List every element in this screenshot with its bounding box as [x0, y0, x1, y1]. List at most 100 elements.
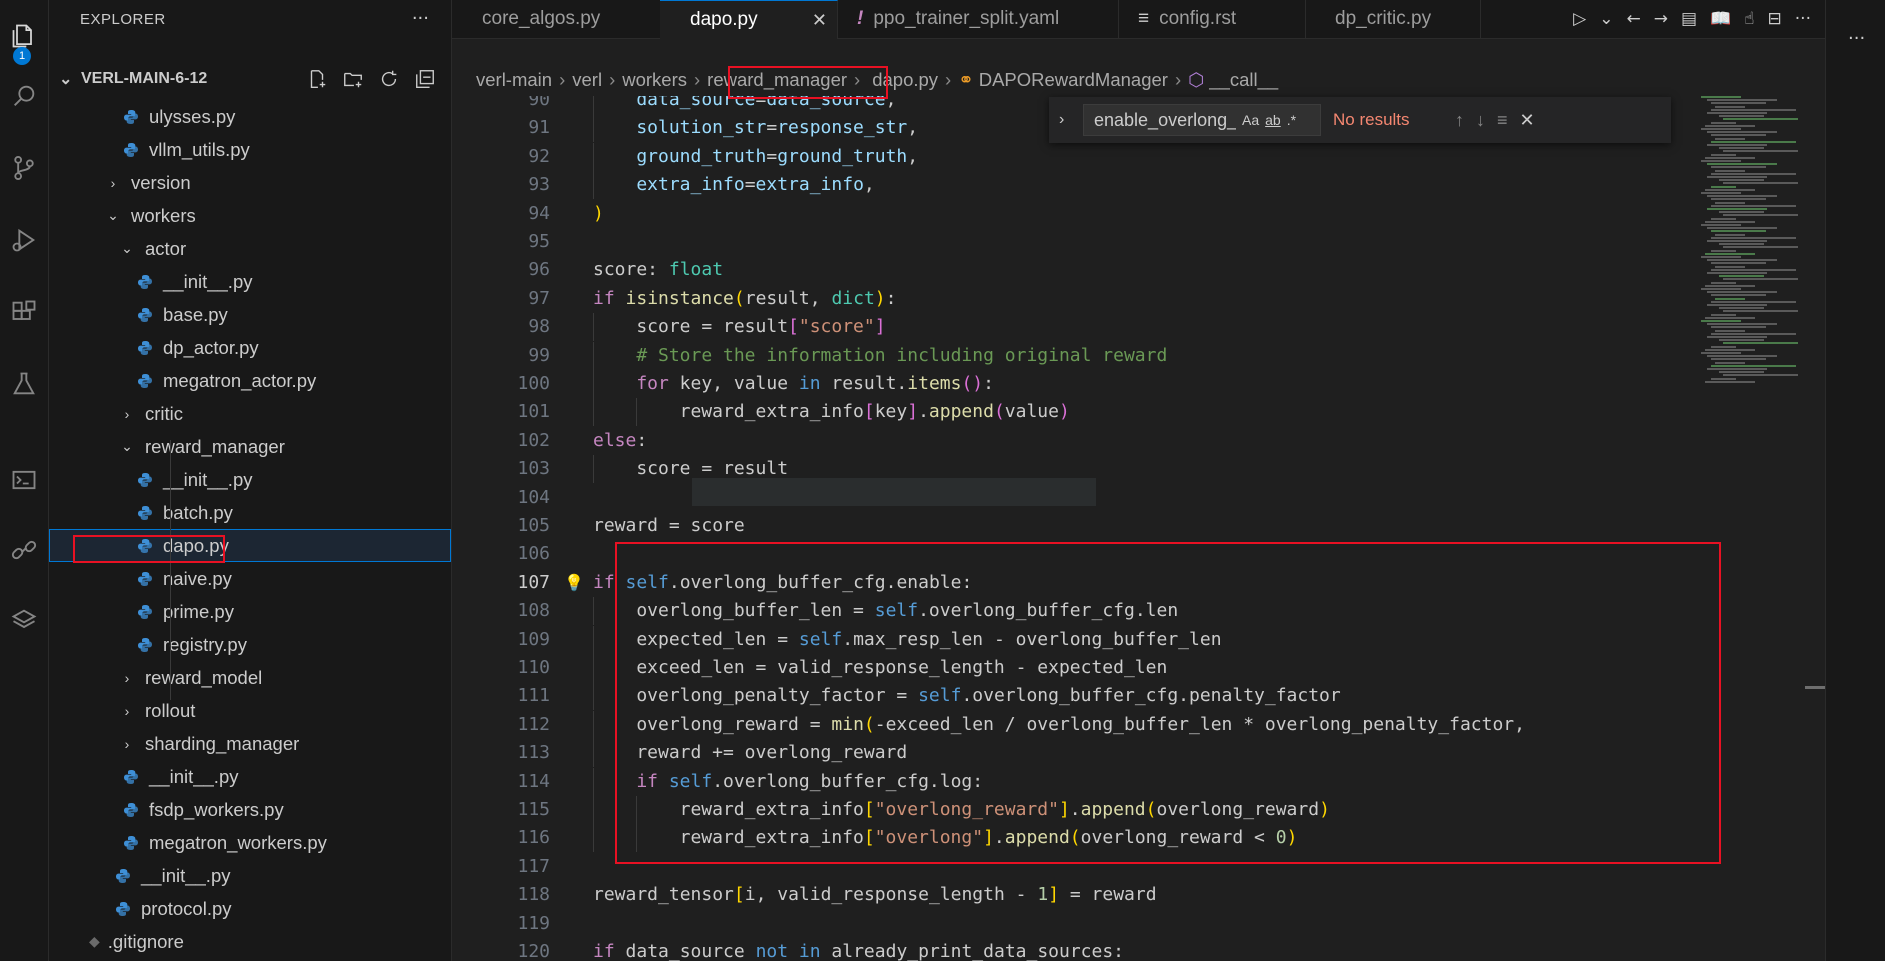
testing-icon[interactable]	[0, 362, 48, 406]
minimap-line	[1707, 368, 1767, 370]
more-icon[interactable]: ···	[1795, 9, 1811, 29]
tree-item[interactable]: megatron_actor.py	[49, 364, 451, 397]
code-line[interactable]: 120 if data_source not in already_print_d…	[452, 938, 1825, 961]
tree-item[interactable]: dp_actor.py	[49, 331, 451, 364]
close-icon[interactable]: ✕	[812, 10, 827, 31]
find-input[interactable]: enable_overlong_buffer Aa ab .*	[1083, 104, 1321, 136]
code-line[interactable]: 118 reward_tensor[i, valid_response_lengt…	[452, 881, 1825, 909]
new-folder-icon[interactable]	[339, 64, 367, 94]
touch-icon[interactable]: ☝	[1744, 9, 1754, 29]
code-line[interactable]: 101 reward_extra_info[key].append(value)	[452, 398, 1825, 427]
code-line[interactable]: 104	[452, 484, 1825, 512]
tree-item[interactable]: __init__.py	[49, 265, 451, 298]
tree-item[interactable]: › reward_model	[49, 661, 451, 694]
tree-item[interactable]: ⌄ workers	[49, 199, 451, 232]
go-back-icon[interactable]: ←	[1626, 9, 1640, 29]
tree-item[interactable]: megatron_workers.py	[49, 826, 451, 859]
tree-item[interactable]: prime.py	[49, 595, 451, 628]
secondary-sidebar-strip: ···	[1825, 0, 1885, 961]
tree-item[interactable]: protocol.py	[49, 892, 451, 925]
breadcrumb-item[interactable]: verl-main	[476, 69, 552, 91]
tree-item[interactable]: base.py	[49, 298, 451, 331]
minimap-line	[1715, 297, 1745, 300]
terminal-icon[interactable]	[0, 458, 48, 502]
run-icon[interactable]: ▷	[1573, 9, 1586, 29]
new-file-icon[interactable]	[303, 64, 331, 94]
tab[interactable]: ! ppo_trainer_split.yaml	[837, 0, 1119, 38]
code-line[interactable]: 95	[452, 228, 1825, 256]
tree-item[interactable]: ⌄ actor	[49, 232, 451, 265]
tree-item[interactable]: › version	[49, 166, 451, 199]
remote-link-icon[interactable]	[0, 528, 48, 572]
code-line[interactable]: 98 score = result["score"]	[452, 313, 1825, 342]
tree-item[interactable]: fsdp_workers.py	[49, 793, 451, 826]
regex-toggle[interactable]: .*	[1287, 112, 1296, 128]
layers-icon[interactable]	[0, 598, 48, 642]
code-line[interactable]: 94)	[452, 200, 1825, 228]
collapse-all-icon[interactable]	[411, 64, 439, 94]
breadcrumb-item[interactable]: verl	[572, 69, 602, 91]
tree-item[interactable]: batch.py	[49, 496, 451, 529]
close-icon[interactable]: ✕	[1520, 110, 1535, 131]
chevron-right-icon[interactable]: ›	[1059, 111, 1075, 129]
search-icon[interactable]	[0, 74, 48, 118]
tree-item[interactable]: __init__.py	[49, 859, 451, 892]
arrow-down-icon[interactable]: ↓	[1476, 110, 1485, 131]
tree-item[interactable]: ◆ .gitignore	[49, 925, 451, 958]
tree-item[interactable]: › critic	[49, 397, 451, 430]
source-control-icon[interactable]	[0, 146, 48, 190]
code-line[interactable]: 93 extra_info=extra_info,	[452, 171, 1825, 200]
tree-item[interactable]: __init__.py	[49, 760, 451, 793]
tree-item[interactable]: ulysses.py	[49, 100, 451, 133]
refresh-icon[interactable]	[375, 64, 403, 94]
more-icon[interactable]: ···	[1848, 28, 1865, 49]
code-line[interactable]: 96 score: float	[452, 256, 1825, 284]
code-line[interactable]: 105 reward = score	[452, 512, 1825, 540]
code-line[interactable]: 103 score = result	[452, 455, 1825, 484]
tree-item-label: base.py	[163, 303, 228, 325]
minimap-line	[1715, 329, 1745, 332]
minimap-line	[1723, 182, 1798, 185]
tree-item[interactable]: vllm_utils.py	[49, 133, 451, 166]
code-line[interactable]: 119	[452, 910, 1825, 938]
match-case-toggle[interactable]: Aa	[1242, 112, 1259, 128]
tree-item[interactable]: registry.py	[49, 628, 451, 661]
breadcrumb-item[interactable]: ⚭ DAPORewardManager	[958, 69, 1168, 91]
breadcrumb-item[interactable]: ⬡ __call__	[1188, 69, 1278, 91]
more-actions-icon[interactable]: ···	[412, 8, 429, 29]
tree-item[interactable]: naive.py	[49, 562, 451, 595]
whole-word-toggle[interactable]: ab	[1265, 112, 1281, 128]
tab[interactable]: dp_critic.py	[1305, 0, 1481, 39]
run-debug-icon[interactable]	[0, 218, 48, 262]
code-line[interactable]: 97 if isinstance(result, dict):	[452, 285, 1825, 313]
project-root[interactable]: ⌄ VERL-MAIN-6-12	[49, 64, 451, 94]
scrollbar-thumb[interactable]	[1805, 686, 1825, 689]
lightbulb-icon[interactable]: 💡	[564, 569, 584, 597]
split-editor-icon[interactable]: ⊟	[1768, 9, 1782, 29]
tab[interactable]: core_algos.py	[452, 0, 661, 39]
open-changes-icon[interactable]: ▤	[1681, 9, 1697, 29]
find-query[interactable]: enable_overlong_buffer	[1094, 110, 1236, 131]
extensions-icon[interactable]	[0, 290, 48, 334]
tab[interactable]: ≡ config.rst	[1118, 0, 1306, 38]
tree-item[interactable]: ⌄ reward_manager	[49, 430, 451, 463]
python-file-icon	[137, 274, 163, 290]
tab[interactable]: dapo.py ✕	[660, 0, 838, 40]
preview-icon[interactable]: 📖	[1710, 9, 1731, 29]
tree-item[interactable]: __init__.py	[49, 463, 451, 496]
find-in-selection-icon[interactable]: ≡	[1497, 110, 1508, 131]
chevron-down-icon[interactable]: ⌄	[1599, 9, 1613, 29]
code-line[interactable]: 99 # Store the information including orig…	[452, 341, 1825, 370]
code-line[interactable]: 92 ground_truth=ground_truth,	[452, 142, 1825, 171]
tree-item[interactable]: › sharding_manager	[49, 727, 451, 760]
line-number: 104	[517, 486, 550, 508]
code-line[interactable]: 100 for key, value in result.items():	[452, 370, 1825, 398]
breadcrumb-item[interactable]: workers	[622, 69, 687, 91]
code-text: for key, value in result.items():	[636, 373, 994, 394]
arrow-up-icon[interactable]: ↑	[1455, 110, 1464, 131]
minimap[interactable]	[1701, 96, 1811, 396]
minimap-line	[1711, 134, 1766, 137]
tree-item[interactable]: › rollout	[49, 694, 451, 727]
code-line[interactable]: 102 else:	[452, 427, 1825, 455]
go-forward-icon[interactable]: →	[1654, 9, 1668, 29]
